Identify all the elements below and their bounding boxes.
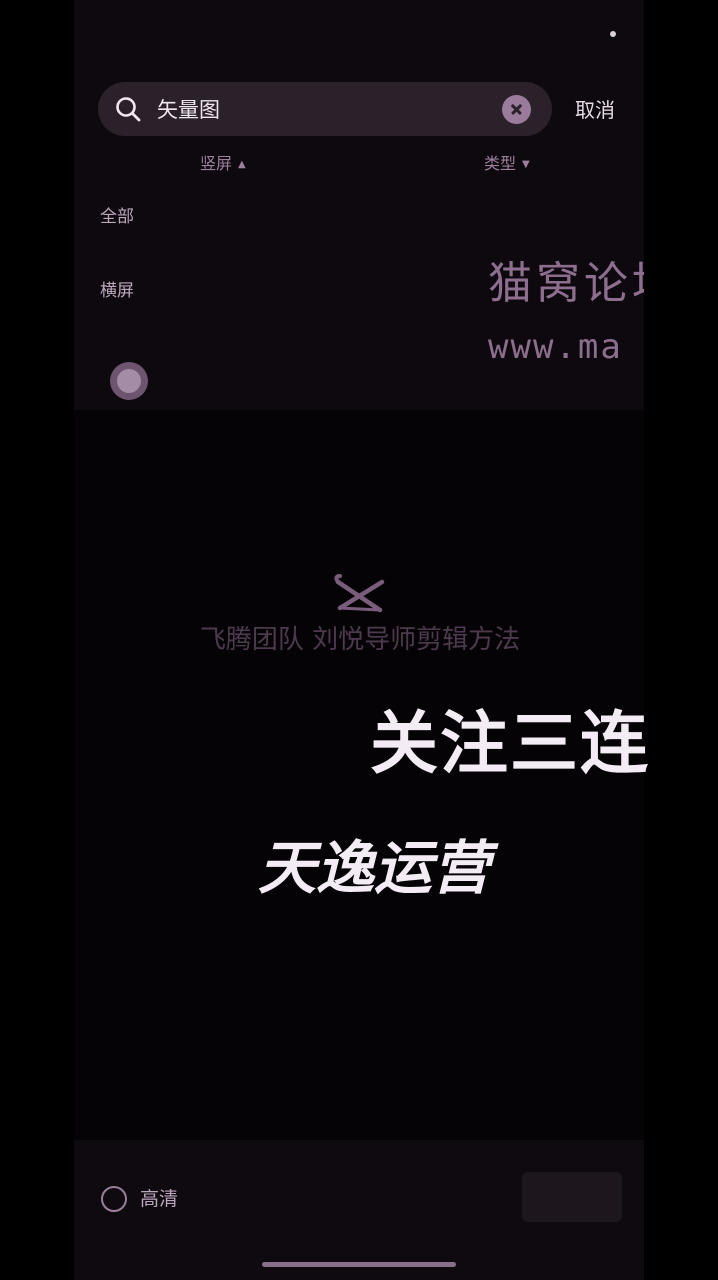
caret-down-icon: ▼ <box>522 159 530 170</box>
hd-radio[interactable] <box>101 1186 127 1212</box>
team-caption: 飞腾团队 刘悦导师剪辑方法 <box>199 625 521 655</box>
cancel-button[interactable]: 取消 <box>575 96 615 124</box>
sidebar-item-horizontal[interactable]: 横屏 <box>100 279 134 303</box>
follow-caption: 关注三连 <box>370 705 651 784</box>
sidebar-item-all[interactable]: 全部 <box>100 205 134 229</box>
status-dot <box>610 31 616 37</box>
search-query[interactable]: 矢量图 <box>157 96 220 124</box>
hd-label: 高清 <box>140 1188 179 1210</box>
confirm-button[interactable] <box>522 1172 622 1222</box>
orientation-filter[interactable]: 竖屏 ▲ <box>200 152 246 177</box>
scissors-icon <box>334 574 385 613</box>
loading-icon <box>110 362 148 400</box>
watermark-text: 猫窝论坛 <box>488 258 644 309</box>
clear-icon[interactable] <box>502 95 531 124</box>
watermark-url: www.ma <box>488 327 623 367</box>
home-indicator <box>262 1262 456 1267</box>
type-filter[interactable]: 类型 ▼ <box>484 152 530 177</box>
orientation-filter-label: 竖屏 <box>200 154 233 173</box>
operator-caption: 天逸运营 <box>258 834 491 902</box>
type-filter-label: 类型 <box>484 154 517 173</box>
search-icon <box>116 97 141 122</box>
caret-up-icon: ▲ <box>238 159 246 170</box>
